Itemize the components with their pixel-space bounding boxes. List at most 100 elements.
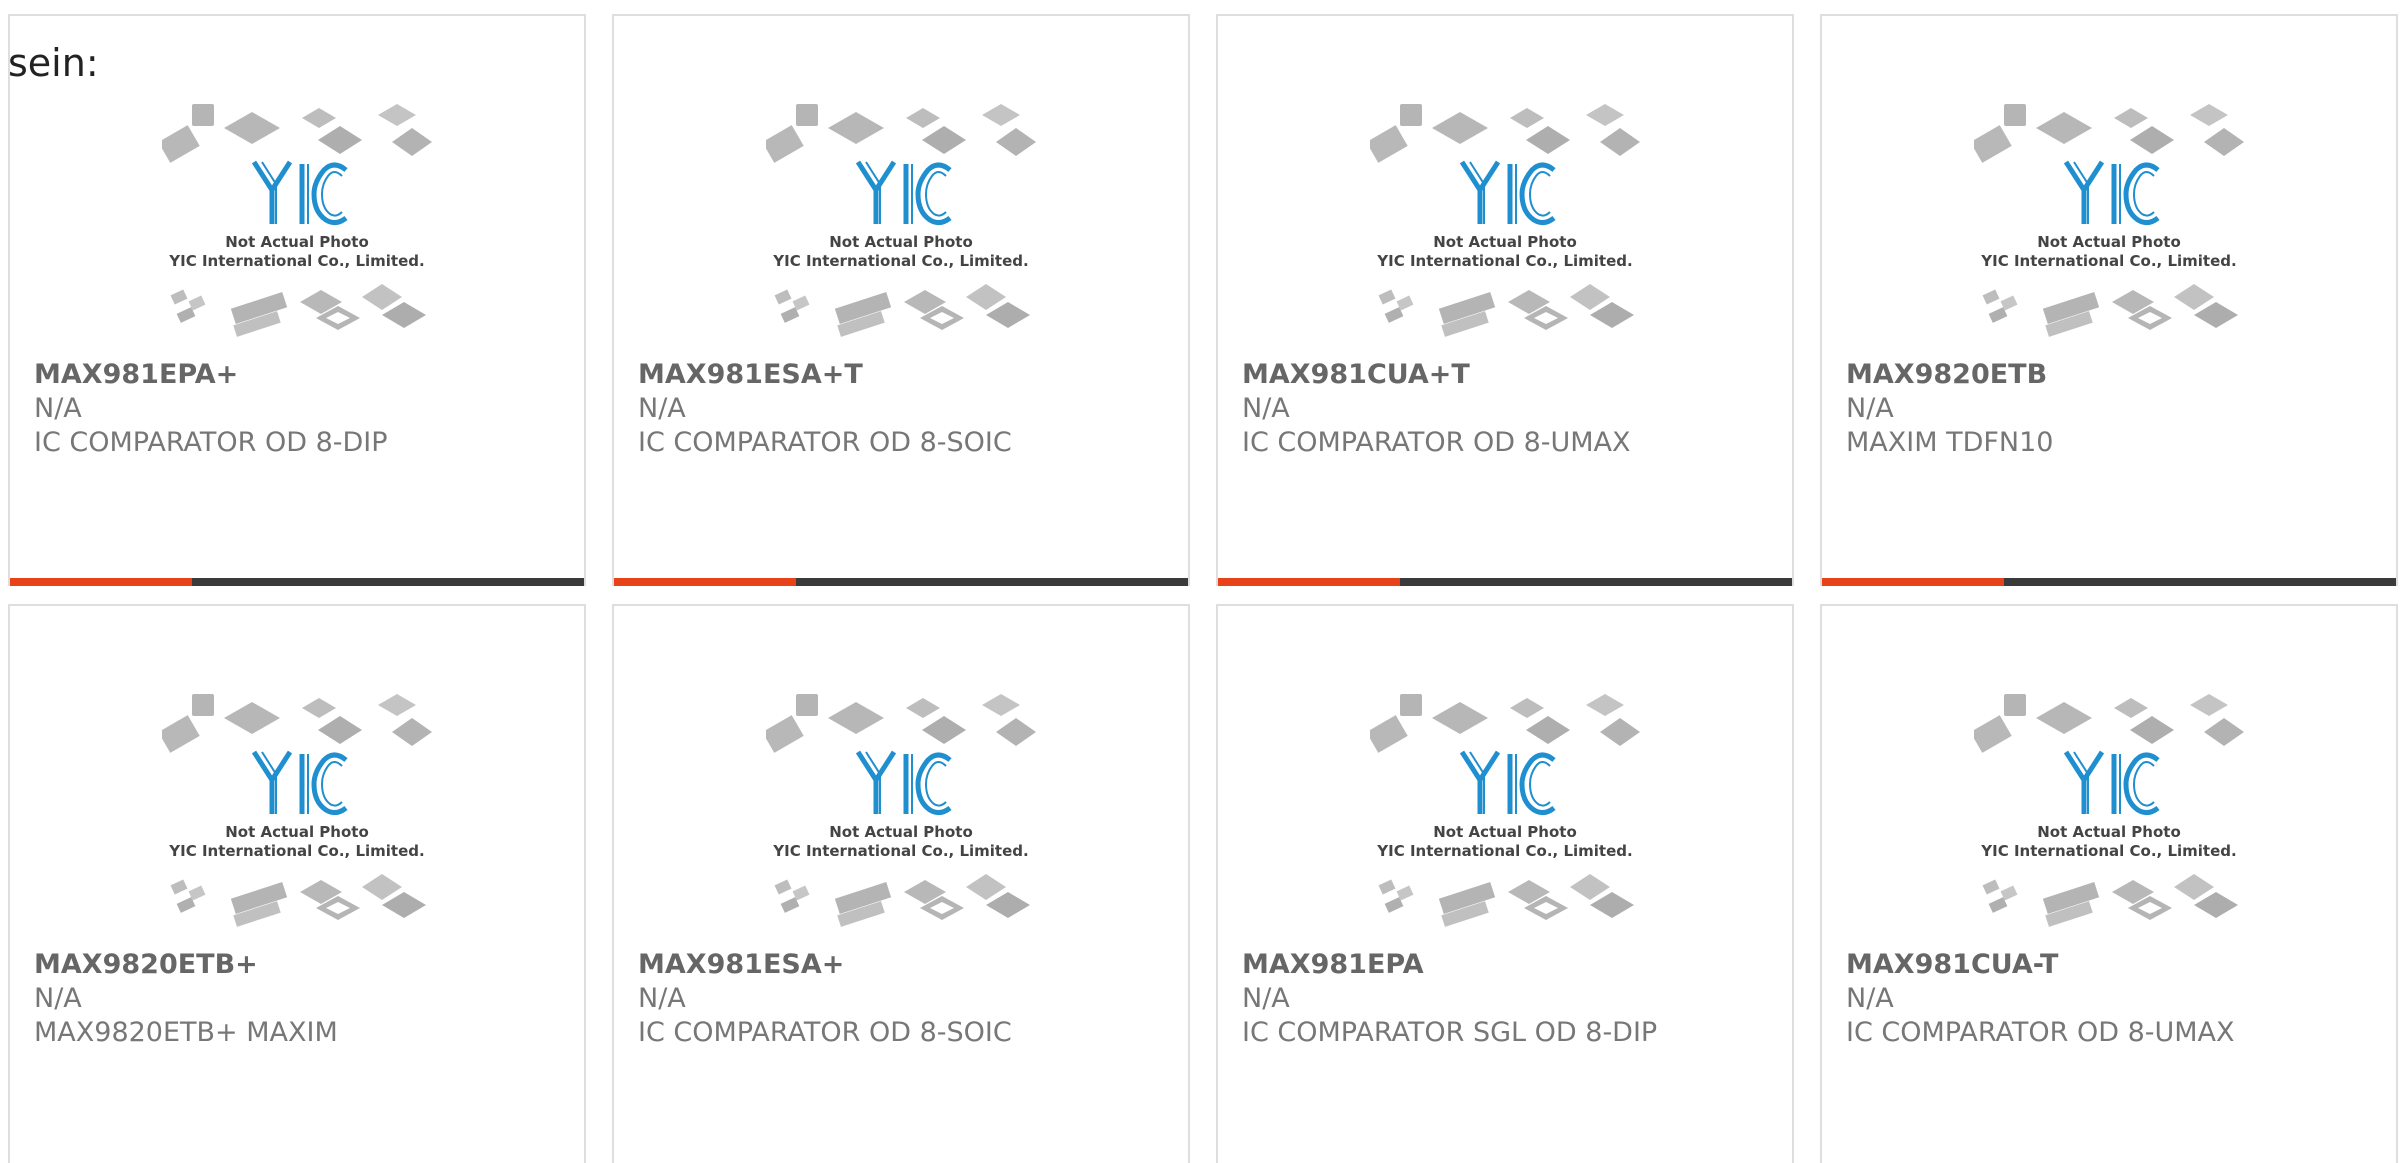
caption-line2: YIC International Co., Limited. <box>1376 252 1632 270</box>
chip-icons-top <box>1366 694 1640 753</box>
card-footer-accent <box>1218 578 1400 586</box>
product-card[interactable]: Not Actual Photo YIC International Co., … <box>1216 604 1794 1163</box>
product-image[interactable]: Not Actual Photo YIC International Co., … <box>1970 104 2244 340</box>
card-footer-accent <box>10 578 192 586</box>
yic-logo <box>251 160 348 226</box>
yic-logo <box>1459 160 1556 226</box>
caption-line1: Not Actual Photo <box>1433 823 1577 841</box>
caption-line2: YIC International Co., Limited. <box>168 252 424 270</box>
product-info: MAX981CUA+T N/A IC COMPARATOR OD 8-UMAX <box>1242 358 1631 460</box>
product-card[interactable]: Not Actual Photo YIC International Co., … <box>612 604 1190 1163</box>
chip-icons-bottom <box>1982 284 2238 337</box>
card-footer-bar <box>10 578 584 586</box>
product-image[interactable]: Not Actual Photo YIC International Co., … <box>762 694 1036 930</box>
caption-line2: YIC International Co., Limited. <box>772 842 1028 860</box>
chip-icons-top <box>1366 104 1640 163</box>
product-info: MAX981ESA+T N/A IC COMPARATOR OD 8-SOIC <box>638 358 1012 460</box>
placeholder-product-image: Not Actual Photo YIC International Co., … <box>158 104 432 337</box>
product-card[interactable]: Not Actual Photo YIC International Co., … <box>8 14 586 586</box>
caption-line2: YIC International Co., Limited. <box>1980 842 2236 860</box>
stock-status: N/A <box>34 983 82 1014</box>
caption-line1: Not Actual Photo <box>2037 823 2181 841</box>
product-grid-page: sein: Not Actual Photo YIC International… <box>0 0 2404 1163</box>
part-number-link[interactable]: MAX981ESA+T <box>638 358 1012 392</box>
chip-icons-bottom <box>774 874 1030 927</box>
part-number-link[interactable]: MAX9820ETB <box>1846 358 2053 392</box>
caption-line1: Not Actual Photo <box>829 233 973 251</box>
product-image[interactable]: Not Actual Photo YIC International Co., … <box>1366 104 1640 340</box>
product-description: IC COMPARATOR OD 8-UMAX <box>1242 427 1631 458</box>
chip-icons-top <box>1970 104 2244 163</box>
placeholder-product-image: Not Actual Photo YIC International Co., … <box>762 694 1036 927</box>
chip-icons-top <box>158 104 432 163</box>
yic-logo <box>855 750 952 816</box>
caption-line1: Not Actual Photo <box>1433 233 1577 251</box>
product-image[interactable]: Not Actual Photo YIC International Co., … <box>1366 694 1640 930</box>
part-number-link[interactable]: MAX981EPA+ <box>34 358 388 392</box>
product-info: MAX9820ETB+ N/A MAX9820ETB+ MAXIM <box>34 948 338 1050</box>
chip-icons-bottom <box>774 284 1030 337</box>
card-footer-bar <box>614 578 1188 586</box>
product-info: MAX981EPA+ N/A IC COMPARATOR OD 8-DIP <box>34 358 388 460</box>
product-info: MAX981ESA+ N/A IC COMPARATOR OD 8-SOIC <box>638 948 1012 1050</box>
product-card[interactable]: Not Actual Photo YIC International Co., … <box>8 604 586 1163</box>
product-card[interactable]: Not Actual Photo YIC International Co., … <box>1820 604 2398 1163</box>
chip-icons-top <box>158 694 432 753</box>
card-footer-accent <box>614 578 796 586</box>
chip-icons-top <box>762 104 1036 163</box>
card-footer-bar <box>1218 578 1792 586</box>
placeholder-product-image: Not Actual Photo YIC International Co., … <box>158 694 432 927</box>
chip-icons-top <box>762 694 1036 753</box>
product-card[interactable]: Not Actual Photo YIC International Co., … <box>612 14 1190 586</box>
chip-icons-bottom <box>170 284 426 337</box>
placeholder-product-image: Not Actual Photo YIC International Co., … <box>1366 104 1640 337</box>
chip-icons-bottom <box>1378 284 1634 337</box>
card-footer-bar <box>1822 578 2396 586</box>
product-description: MAX9820ETB+ MAXIM <box>34 1017 338 1048</box>
product-image[interactable]: Not Actual Photo YIC International Co., … <box>762 104 1036 340</box>
product-info: MAX981EPA N/A IC COMPARATOR SGL OD 8-DIP <box>1242 948 1657 1050</box>
yic-logo <box>855 160 952 226</box>
part-number-link[interactable]: MAX9820ETB+ <box>34 948 338 982</box>
product-description: IC COMPARATOR OD 8-SOIC <box>638 1017 1012 1048</box>
yic-logo <box>1459 750 1556 816</box>
stock-status: N/A <box>1242 393 1290 424</box>
part-number-link[interactable]: MAX981ESA+ <box>638 948 1012 982</box>
product-description: IC COMPARATOR OD 8-UMAX <box>1846 1017 2235 1048</box>
part-number-link[interactable]: MAX981CUA-T <box>1846 948 2235 982</box>
chip-icons-bottom <box>1378 874 1634 927</box>
product-description: IC COMPARATOR OD 8-SOIC <box>638 427 1012 458</box>
placeholder-product-image: Not Actual Photo YIC International Co., … <box>1366 694 1640 927</box>
yic-logo <box>2063 750 2160 816</box>
intro-text: sein: <box>8 41 99 85</box>
caption-line1: Not Actual Photo <box>829 823 973 841</box>
placeholder-product-image: Not Actual Photo YIC International Co., … <box>1970 694 2244 927</box>
caption-line2: YIC International Co., Limited. <box>1980 252 2236 270</box>
product-info: MAX9820ETB N/A MAXIM TDFN10 <box>1846 358 2053 460</box>
part-number-link[interactable]: MAX981CUA+T <box>1242 358 1631 392</box>
product-description: MAXIM TDFN10 <box>1846 427 2054 458</box>
product-image[interactable]: Not Actual Photo YIC International Co., … <box>158 104 432 340</box>
product-description: IC COMPARATOR SGL OD 8-DIP <box>1242 1017 1658 1048</box>
product-card[interactable]: Not Actual Photo YIC International Co., … <box>1216 14 1794 586</box>
product-description: IC COMPARATOR OD 8-DIP <box>34 427 388 458</box>
caption-line2: YIC International Co., Limited. <box>772 252 1028 270</box>
yic-logo <box>2063 160 2160 226</box>
stock-status: N/A <box>638 983 686 1014</box>
caption-line2: YIC International Co., Limited. <box>1376 842 1632 860</box>
product-card[interactable]: Not Actual Photo YIC International Co., … <box>1820 14 2398 586</box>
caption-line1: Not Actual Photo <box>225 233 369 251</box>
product-image[interactable]: Not Actual Photo YIC International Co., … <box>1970 694 2244 930</box>
chip-icons-bottom <box>170 874 426 927</box>
product-image[interactable]: Not Actual Photo YIC International Co., … <box>158 694 432 930</box>
caption-line1: Not Actual Photo <box>2037 233 2181 251</box>
part-number-link[interactable]: MAX981EPA <box>1242 948 1657 982</box>
card-footer-accent <box>1822 578 2004 586</box>
placeholder-product-image: Not Actual Photo YIC International Co., … <box>1970 104 2244 337</box>
stock-status: N/A <box>34 393 82 424</box>
stock-status: N/A <box>638 393 686 424</box>
product-info: MAX981CUA-T N/A IC COMPARATOR OD 8-UMAX <box>1846 948 2235 1050</box>
chip-icons-top <box>1970 694 2244 753</box>
stock-status: N/A <box>1846 393 1894 424</box>
yic-logo <box>251 750 348 816</box>
